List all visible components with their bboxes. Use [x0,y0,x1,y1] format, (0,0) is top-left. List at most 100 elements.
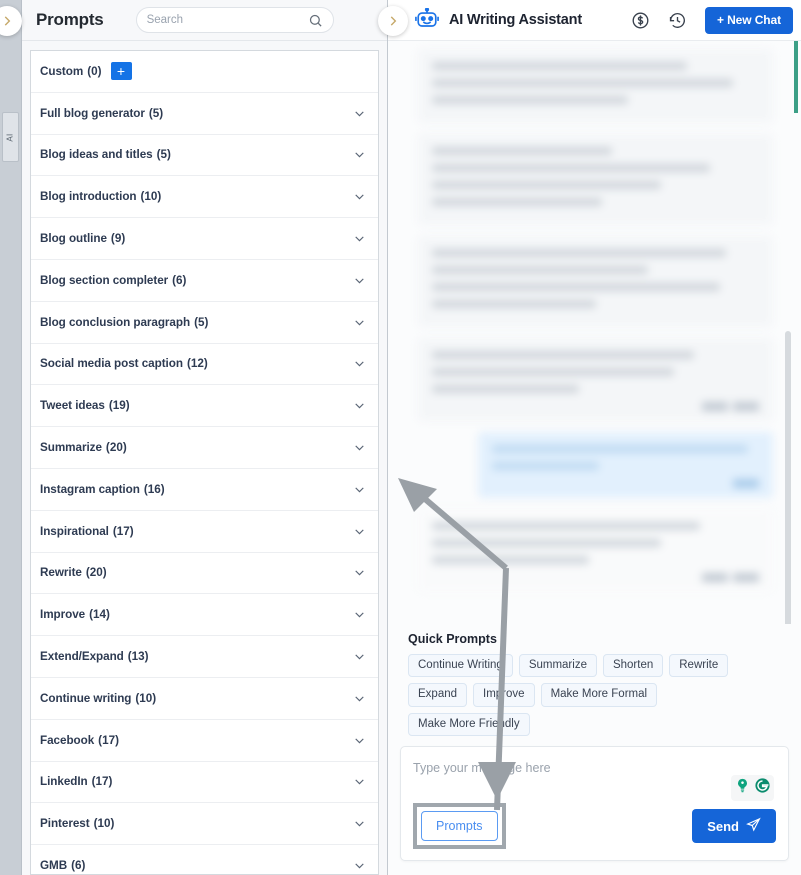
prompts-button[interactable]: Prompts [421,811,498,841]
send-button-label: Send [707,818,739,834]
prompt-category-count: (10) [93,817,115,831]
chevron-down-icon[interactable] [353,357,366,370]
add-custom-prompt-button[interactable]: + [110,62,132,81]
chevron-down-icon[interactable] [353,650,366,663]
prompt-category-row[interactable]: GMB (6) [31,845,378,874]
prompt-row-left: Pinterest (10) [40,817,114,830]
chevron-down-icon[interactable] [353,232,366,245]
chevron-down-icon[interactable] [353,148,366,161]
prompt-category-count: (9) [110,232,126,246]
green-accent-bar [794,41,798,113]
prompt-category-row[interactable]: Blog ideas and titles (5) [31,134,378,177]
quick-prompt-chip[interactable]: Shorten [602,653,664,677]
chevron-down-icon[interactable] [353,316,366,329]
dollar-circle-icon[interactable] [631,11,650,30]
prompt-category-count: (17) [98,733,119,747]
prompt-category-count: (0) [87,64,102,78]
new-chat-button[interactable]: + New Chat [704,6,793,34]
prompt-category-row[interactable]: Pinterest (10) [31,803,378,846]
prompt-category-row[interactable]: Facebook (17) [31,719,378,762]
panel-toggle-right[interactable] [378,6,408,36]
conversation-area[interactable] [388,41,801,624]
message-assistant [418,49,773,123]
message-input[interactable] [413,761,776,797]
prompt-row-left: Tweet ideas (19) [40,399,130,412]
quick-prompt-chip[interactable]: Make More Friendly [408,712,530,736]
prompt-category-count: (6) [172,273,187,287]
prompt-category-row[interactable]: Instagram caption (16) [31,468,378,511]
chevron-down-icon[interactable] [353,775,366,788]
chevron-down-icon[interactable] [353,734,366,747]
prompt-row-left: Blog conclusion paragraph (5) [40,316,208,329]
quick-prompt-chip[interactable]: Improve [473,683,535,707]
send-button[interactable]: Send [692,809,776,843]
prompt-category-count: (10) [140,190,162,204]
app-window: AI Prompts Custom(0) + Full blog generator… [0,0,801,875]
prompt-category-count: (20) [85,566,107,580]
prompt-category-count: (20) [105,441,127,455]
chevron-down-icon[interactable] [353,107,366,120]
prompt-row-left: Instagram caption (16) [40,483,165,496]
chevron-down-icon[interactable] [353,525,366,538]
composer-footer: Prompts Send [413,803,776,849]
prompt-category-count: (13) [127,650,149,664]
prompt-category-row[interactable]: Blog section completer (6) [31,259,378,302]
prompt-category-row[interactable]: Social media post caption (12) [31,343,378,386]
prompt-category-count: (17) [112,524,134,538]
prompt-category-row[interactable]: Rewrite (20) [31,552,378,595]
chevron-down-icon[interactable] [353,608,366,621]
prompt-category-count: (14) [89,608,110,622]
quick-prompt-chip[interactable]: Continue Writing [408,653,513,677]
prompt-category-row[interactable]: LinkedIn (17) [31,761,378,804]
chevron-down-icon[interactable] [353,483,366,496]
prompt-category-row[interactable]: Inspirational (17) [31,510,378,553]
prompt-category-label: Extend/Expand [40,650,124,664]
chat-scrollbar[interactable] [785,331,791,624]
chevron-down-icon[interactable] [353,441,366,454]
history-clock-icon[interactable] [668,11,687,30]
prompt-category-row[interactable]: Tweet ideas (19) [31,385,378,428]
chevron-down-icon[interactable] [353,817,366,830]
quick-prompt-chip[interactable]: Make More Formal [540,683,658,707]
chevron-down-icon[interactable] [353,859,366,872]
prompt-category-row[interactable]: Custom (0) + [31,51,378,93]
prompt-category-row[interactable]: Blog conclusion paragraph (5) [31,301,378,344]
grammarly-g-icon[interactable] [754,777,771,799]
prompt-category-count: (6) [71,859,86,873]
chevron-down-icon[interactable] [353,566,366,579]
prompt-category-row[interactable]: Blog outline (9) [31,218,378,260]
prompt-category-row[interactable]: Blog introduction (10) [31,176,378,219]
lightbulb-icon[interactable] [734,777,751,799]
prompt-row-left: Summarize (20) [40,441,127,454]
rail-collapsed-tab[interactable]: AI [2,112,19,162]
editor-icon-group [731,775,774,801]
chevron-down-icon[interactable] [353,190,366,203]
prompt-category-row[interactable]: Continue writing (10) [31,677,378,720]
prompt-category-row[interactable]: Full blog generator (5) [31,92,378,135]
prompt-category-row[interactable]: Improve (14) [31,594,378,637]
prompt-category-label: Continue writing [40,691,132,705]
search-input[interactable] [146,14,297,26]
chevron-down-icon[interactable] [353,274,366,287]
prompt-category-row[interactable]: Extend/Expand (13) [31,636,378,678]
search-box[interactable] [135,7,334,33]
message-assistant [418,338,773,421]
prompt-category-row[interactable]: Summarize (20) [31,427,378,469]
prompt-category-label: Blog section completer [40,273,169,287]
chevron-down-icon[interactable] [353,399,366,412]
prompts-panel-header: Prompts [22,0,387,41]
page-title: Prompts [36,10,104,29]
prompt-category-label: Rewrite [40,566,82,580]
composer-wrapper: Prompts Send [388,746,801,875]
prompt-row-left: Blog outline (9) [40,232,125,245]
quick-prompt-chip[interactable]: Rewrite [669,653,729,677]
prompt-category-count: (12) [186,357,208,371]
quick-prompt-chip[interactable]: Summarize [518,653,597,677]
chevron-down-icon[interactable] [353,692,366,705]
prompt-category-count: (19) [108,399,130,413]
quick-prompt-chip[interactable]: Expand [408,683,468,707]
prompts-button-highlight: Prompts [413,803,506,849]
prompt-row-left: Social media post caption (12) [40,357,208,370]
prompts-list[interactable]: Custom (0) + Full blog generator (5) Blog ide… [30,50,379,875]
prompt-category-label: Tweet ideas [40,399,105,413]
